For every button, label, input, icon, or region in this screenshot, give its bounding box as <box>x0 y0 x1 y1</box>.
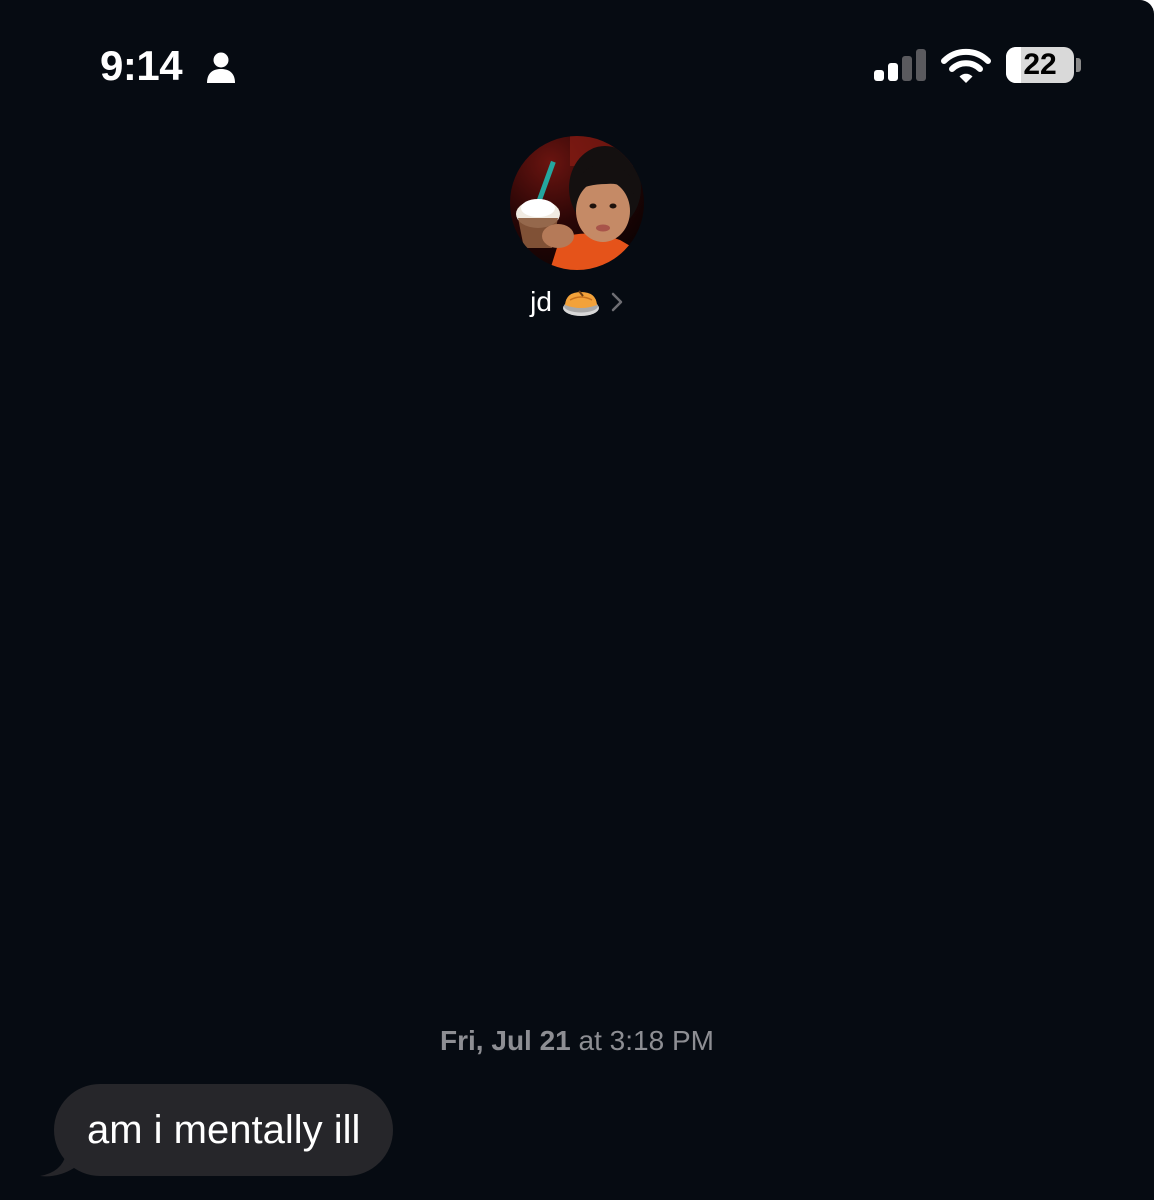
pie-icon <box>562 290 599 316</box>
status-time: 9:14 <box>100 42 183 89</box>
message-timestamp: Fri, Jul 21 at 3:18 PM <box>0 1022 1154 1060</box>
timestamp-date: Fri, Jul 21 <box>440 1025 571 1056</box>
contact-name-row[interactable]: jd <box>0 280 1154 324</box>
avatar-photo <box>510 136 644 270</box>
contact-avatar[interactable] <box>510 136 644 270</box>
battery-level: 22 <box>1023 48 1057 81</box>
person-icon <box>207 52 235 83</box>
cellular-signal-icon <box>874 49 926 81</box>
battery-icon: 22 <box>1006 47 1074 83</box>
battery-tip <box>1076 58 1081 72</box>
chevron-right-icon <box>611 292 623 312</box>
signal-bar <box>902 56 912 81</box>
contact-name: jd <box>530 286 552 317</box>
battery-fill <box>1006 47 1021 83</box>
signal-bar <box>888 63 898 81</box>
messages-screen: 9:14 22 jd Fri, Jul 21 at 3:18 PM am i m… <box>0 0 1154 1200</box>
signal-bar <box>916 49 926 81</box>
message-text: am i mentally ill <box>87 1108 361 1152</box>
signal-bar <box>874 70 884 81</box>
incoming-message-bubble[interactable]: am i mentally ill <box>54 1084 394 1176</box>
timestamp-at: at <box>578 1025 602 1056</box>
wifi-icon <box>941 48 991 83</box>
timestamp-time: 3:18 PM <box>609 1025 714 1056</box>
